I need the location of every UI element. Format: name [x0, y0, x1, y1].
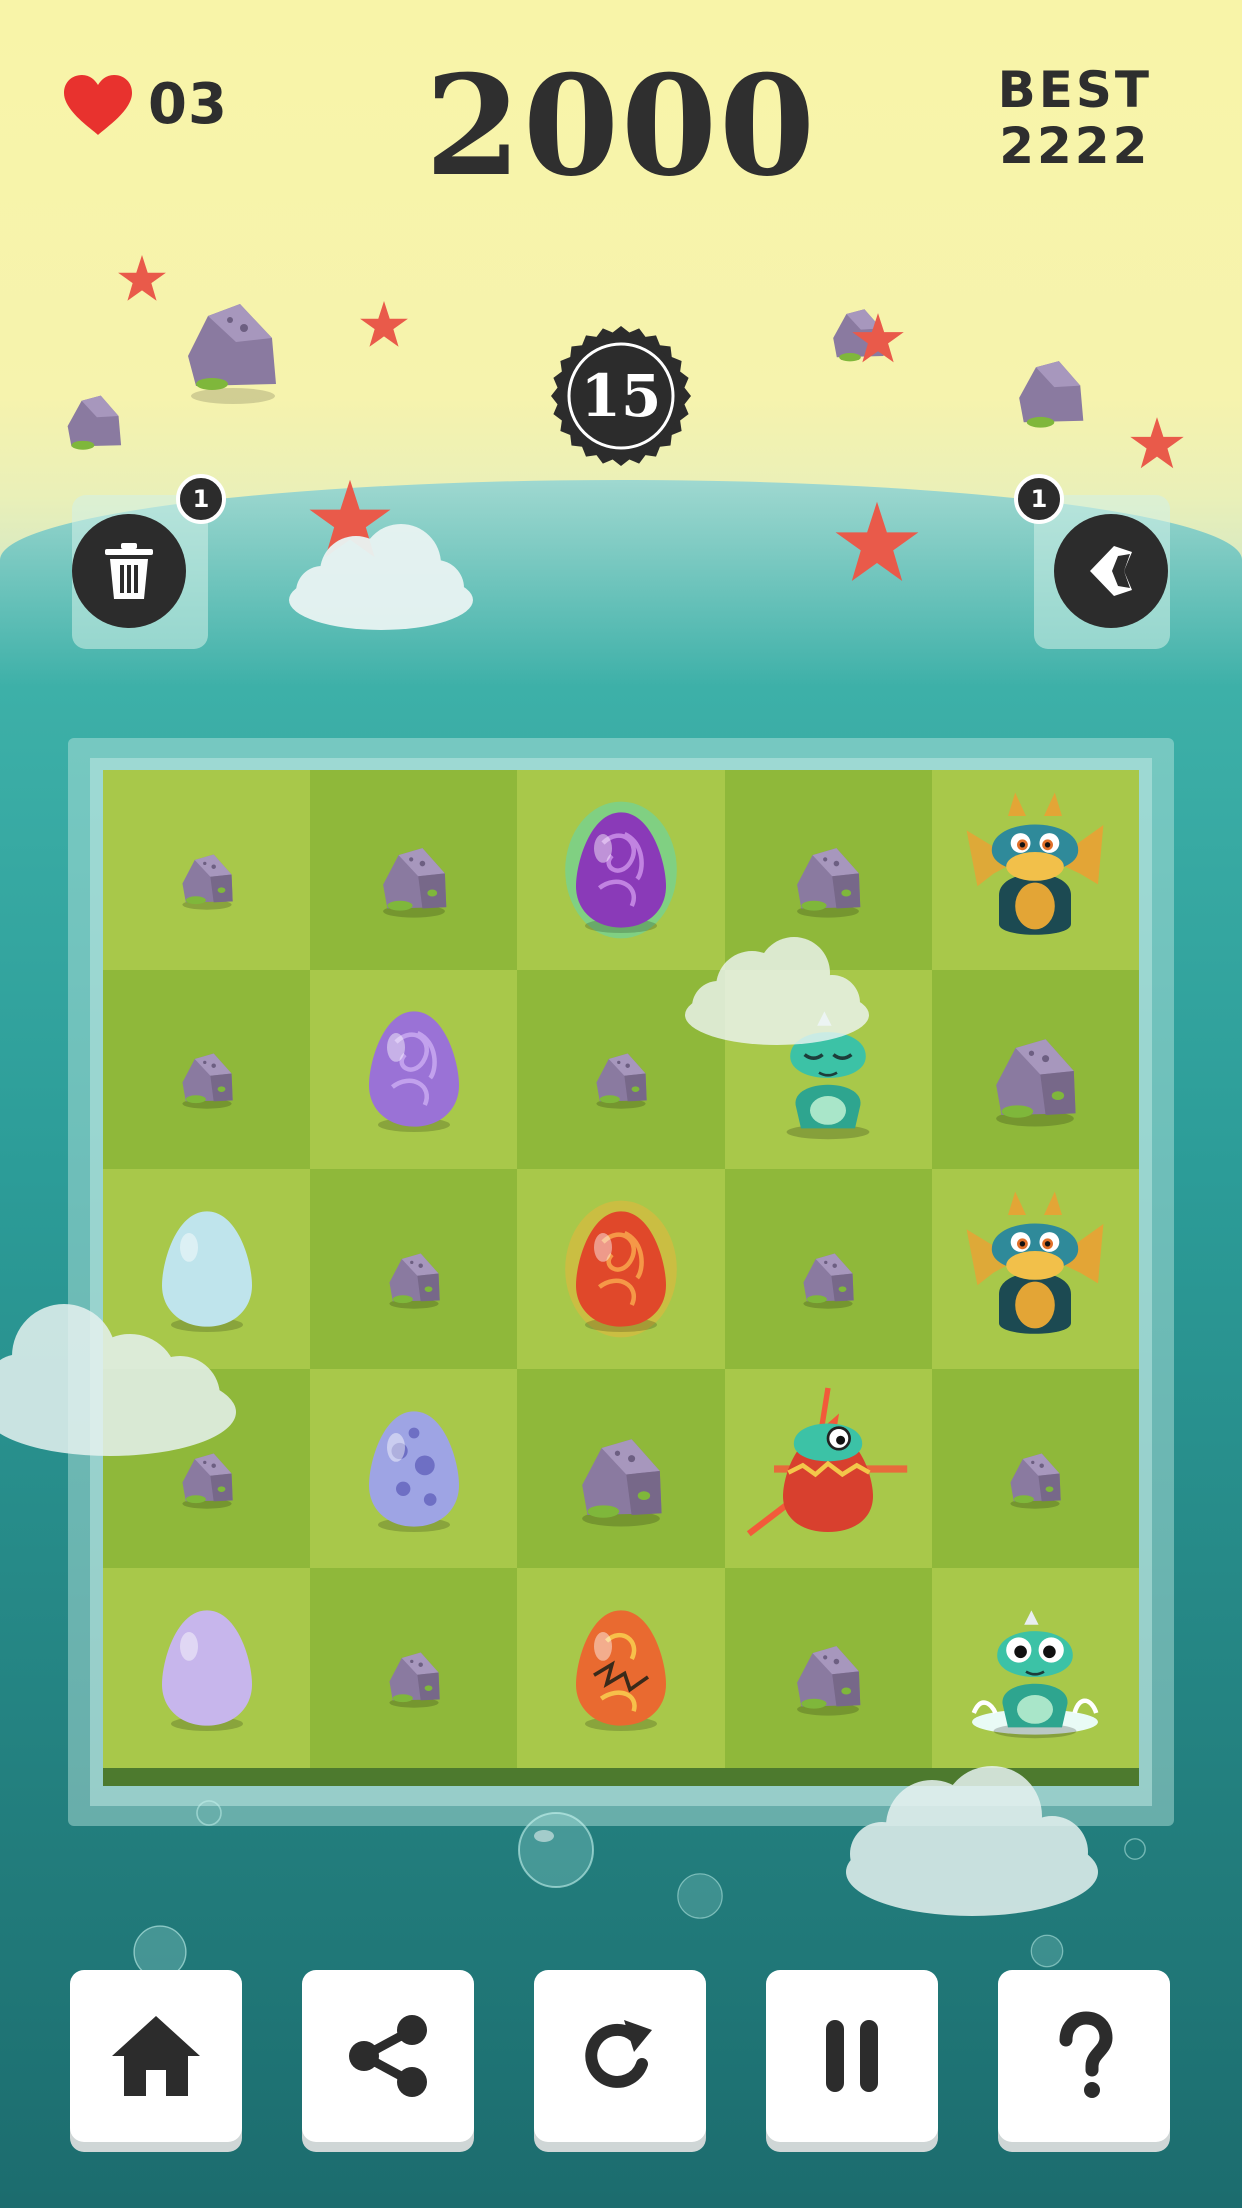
bubble-decoration	[518, 1812, 594, 1888]
rock-medium-icon	[797, 847, 861, 918]
game-board	[103, 770, 1139, 1786]
bubble-decoration	[677, 1873, 723, 1919]
share-icon	[349, 2015, 427, 2097]
rock-small-icon	[182, 854, 233, 910]
egg-purple-glowing-icon	[565, 801, 677, 939]
trash-powerup-count: 1	[176, 474, 226, 524]
starfish-decoration	[118, 255, 166, 301]
best-score: BEST 2222	[998, 62, 1152, 174]
board-cell[interactable]	[310, 1169, 518, 1369]
help-icon	[1059, 2011, 1113, 2098]
board-cell[interactable]	[931, 1169, 1139, 1369]
rock-medium-icon	[797, 1646, 861, 1716]
cloud-decoration	[846, 1766, 1098, 1916]
home-button[interactable]	[70, 1970, 242, 2142]
rock-large-icon	[996, 1039, 1076, 1127]
egg-blue-spotted-icon	[368, 1410, 459, 1532]
cloud-decoration	[289, 524, 473, 630]
dragon-baby-splash-icon	[972, 1610, 1099, 1739]
board-cell[interactable]	[103, 770, 311, 970]
help-button[interactable]	[998, 1970, 1170, 2142]
board-cell[interactable]	[310, 770, 518, 970]
board-cell[interactable]	[931, 969, 1139, 1170]
cloud-decoration	[0, 1304, 236, 1456]
board-cell[interactable]	[103, 1568, 311, 1768]
trash-powerup-button[interactable]	[72, 514, 186, 628]
board-cell[interactable]	[724, 1169, 932, 1369]
board-cell[interactable]	[931, 770, 1139, 970]
trash-icon	[105, 543, 153, 599]
egg-red-cracked-icon	[575, 1610, 666, 1732]
rock-small-icon	[389, 1253, 440, 1309]
undo-powerup-button[interactable]	[1054, 514, 1168, 628]
rock-decoration	[188, 304, 276, 404]
rock-decoration	[1019, 361, 1084, 428]
starfish-decoration	[852, 313, 904, 363]
cloud-decoration	[685, 937, 869, 1045]
dragon-hatching-egg-icon	[747, 1387, 908, 1536]
pause-button[interactable]	[766, 1970, 938, 2142]
rock-small-icon	[1010, 1453, 1062, 1509]
moves-left-value: 15	[580, 362, 662, 430]
bubble-decoration	[1124, 1838, 1146, 1860]
board-cell[interactable]	[931, 1568, 1139, 1768]
board-cell[interactable]	[310, 1368, 518, 1569]
board-cell[interactable]	[724, 1368, 932, 1569]
dragon-winged-adult-icon	[966, 792, 1104, 935]
board-cell[interactable]	[310, 1568, 518, 1768]
home-icon	[112, 2016, 200, 2096]
board-cell[interactable]	[931, 1368, 1139, 1569]
rock-decoration	[67, 395, 122, 450]
pause-icon	[826, 2020, 878, 2092]
restart-button[interactable]	[534, 1970, 706, 2142]
starfish-decoration	[1130, 417, 1184, 469]
board-cell[interactable]	[517, 1568, 725, 1768]
rock-small-icon	[182, 1053, 233, 1110]
restart-icon	[585, 2020, 652, 2088]
rock-large-icon	[582, 1438, 662, 1527]
bubble-decoration	[196, 1800, 222, 1826]
dragon-winged-adult-icon	[966, 1191, 1104, 1334]
starfish-decoration	[360, 301, 408, 347]
share-button[interactable]	[302, 1970, 474, 2142]
rock-small-icon	[389, 1652, 440, 1708]
board-cell[interactable]	[517, 1169, 725, 1369]
board-cell[interactable]	[310, 969, 518, 1170]
bubble-decoration	[1030, 1934, 1064, 1968]
undo-icon	[1090, 546, 1132, 596]
board-cell[interactable]	[517, 1368, 725, 1569]
board-cell[interactable]	[724, 1568, 932, 1768]
rock-medium-icon	[382, 847, 447, 918]
egg-fire-glowing-icon	[565, 1200, 677, 1338]
undo-powerup-count: 1	[1014, 474, 1064, 524]
starfish-decoration	[835, 501, 919, 581]
board-cell[interactable]	[103, 969, 311, 1170]
rock-small-icon	[803, 1253, 854, 1309]
best-value: 2222	[999, 117, 1151, 175]
best-label: BEST	[997, 61, 1152, 119]
egg-lavender-icon	[161, 1610, 252, 1732]
egg-purple-swirl-icon	[368, 1011, 459, 1133]
